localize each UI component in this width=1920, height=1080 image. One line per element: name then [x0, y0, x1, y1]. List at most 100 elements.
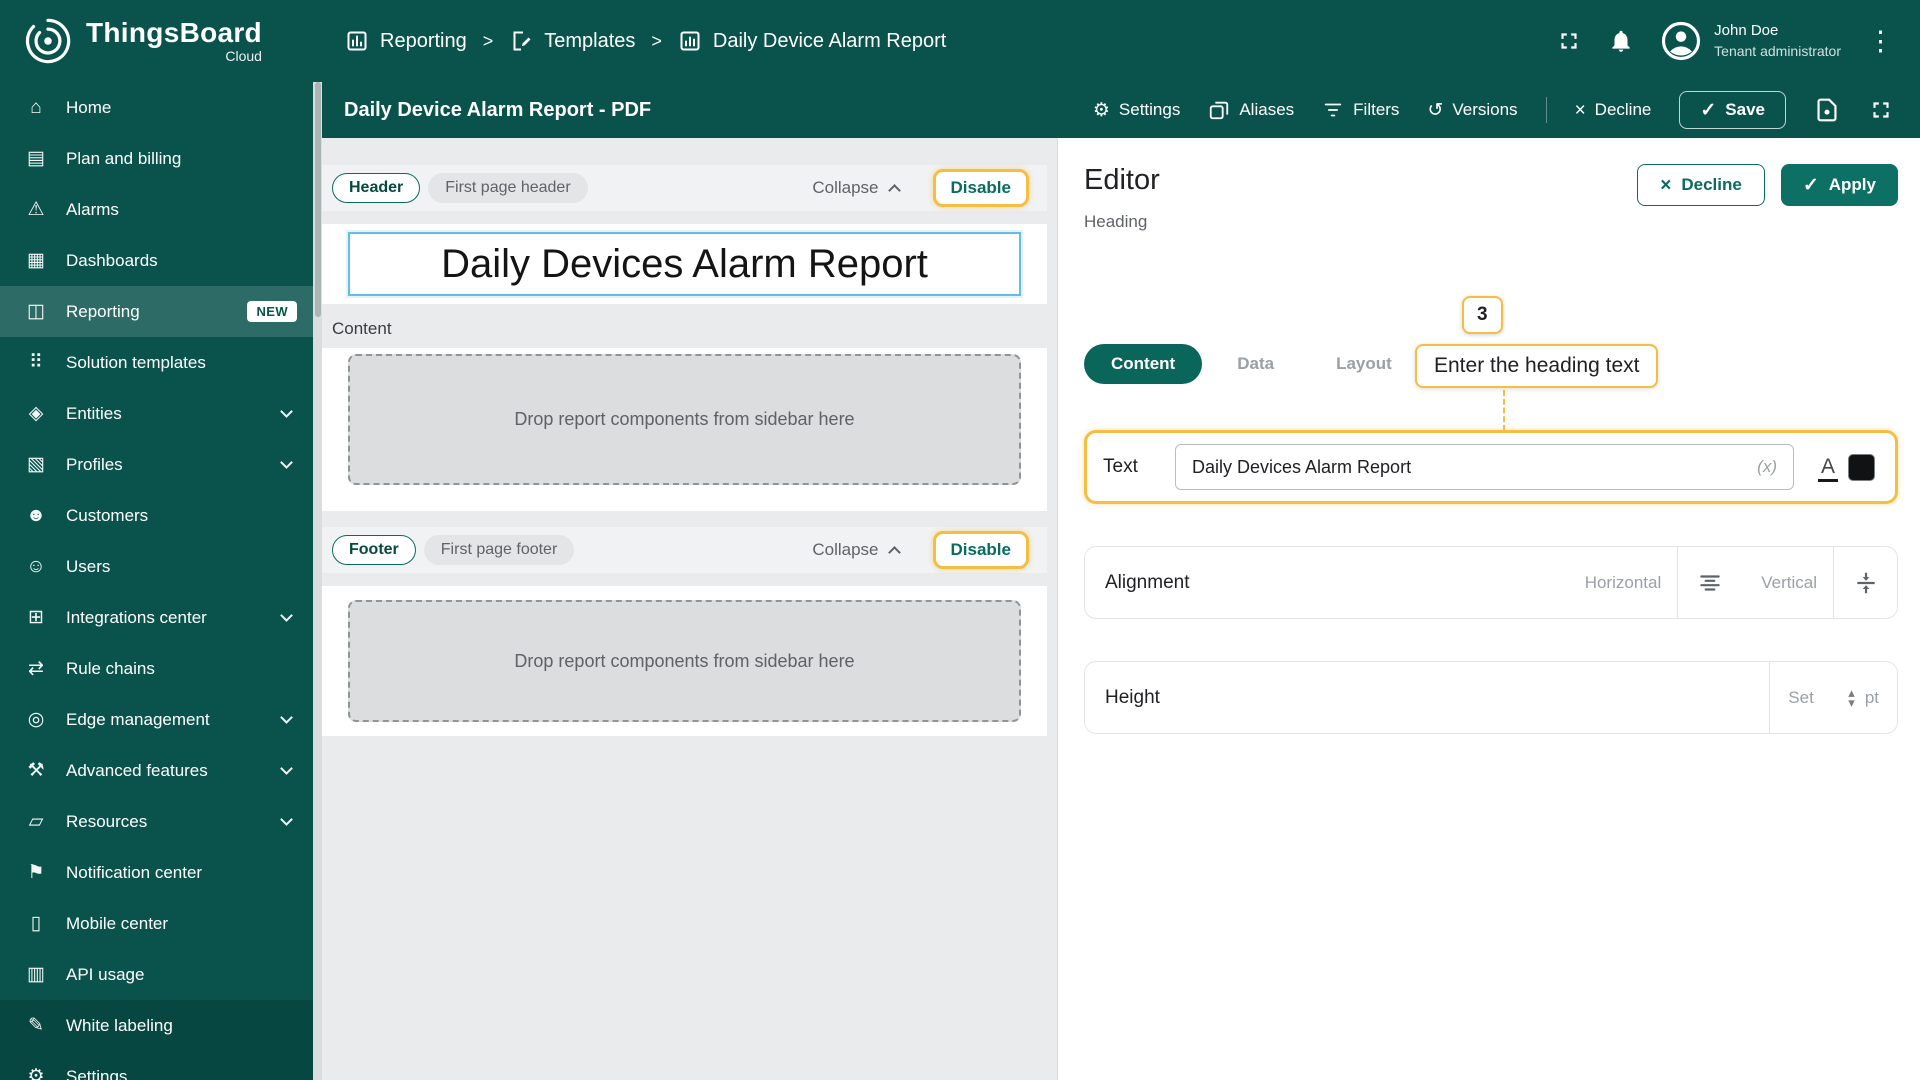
notifications-button[interactable] — [1608, 28, 1634, 54]
close-icon: × — [1574, 99, 1586, 121]
template-doc-icon — [513, 31, 531, 51]
sidebar-item-resources[interactable]: ▱ Resources — [0, 796, 313, 847]
text-field-card: Text (x) A — [1084, 430, 1898, 504]
heading-text-input-field[interactable] — [1192, 456, 1746, 478]
preview-export-button[interactable] — [1814, 97, 1840, 123]
fullscreen-button[interactable] — [1556, 28, 1582, 54]
chevron-up-icon — [887, 183, 901, 197]
editor-subtitle: Heading — [1084, 212, 1148, 231]
check-icon: ✓ — [1802, 174, 1819, 196]
breadcrumb-item-templates[interactable]: Templates — [509, 29, 635, 53]
horizontal-align-button[interactable] — [1677, 547, 1741, 618]
avatar-icon — [1662, 21, 1701, 61]
underline-a-icon: A — [1817, 455, 1838, 482]
api-usage-icon: ▥ — [27, 964, 45, 985]
sidebar-item-customers[interactable]: ☻ Customers — [0, 490, 313, 541]
font-color-button[interactable]: A — [1817, 455, 1838, 482]
disable-header-button[interactable]: Disable — [932, 169, 1029, 207]
tab-layout[interactable]: Layout — [1309, 344, 1419, 384]
decline-toolbar-button[interactable]: × Decline — [1575, 100, 1652, 120]
sidebar-item-settings[interactable]: ⚙ Settings — [0, 1051, 313, 1080]
header-section-bar: Header First page header Collapse Disabl… — [322, 165, 1047, 211]
sidebar-item-dashboards[interactable]: ▦ Dashboards — [0, 235, 313, 286]
sidebar-item-plan-and-billing[interactable]: ▤ Plan and billing — [0, 133, 313, 184]
editor-panel: Editor Heading × Decline ✓ Apply Content… — [1057, 138, 1920, 1080]
save-button[interactable]: ✓ Save — [1679, 91, 1786, 129]
sidebar-item-entities[interactable]: ◈ Entities — [0, 388, 313, 439]
brand-logo-block[interactable]: ThingsBoard Cloud — [0, 15, 313, 67]
user-menu[interactable]: John Doe Tenant administrator — [1660, 20, 1841, 62]
history-icon: ↺ — [1427, 99, 1444, 121]
sidebar-item-alarms[interactable]: ⚠ Alarms — [0, 184, 313, 235]
filters-button[interactable]: Filters — [1322, 99, 1399, 121]
scrollbar-thumb[interactable] — [314, 82, 321, 317]
bar-chart-icon — [347, 31, 367, 51]
tab-data[interactable]: Data — [1210, 344, 1301, 384]
sidebar-item-notification-center[interactable]: ⚑ Notification center — [0, 847, 313, 898]
bell-icon — [1612, 30, 1630, 52]
breadcrumb-item-reporting[interactable]: Reporting — [345, 29, 467, 53]
content-section-label: Content — [332, 319, 392, 338]
stepper-down-icon[interactable]: ▾ — [1848, 696, 1855, 709]
sidebar-scrollbar[interactable] — [313, 82, 322, 1080]
page-title: Daily Device Alarm Report - PDF — [344, 98, 652, 121]
breadcrumb-item-report[interactable]: Daily Device Alarm Report — [678, 29, 946, 53]
user-role: Tenant administrator — [1714, 42, 1841, 59]
content-preview-block: Drop report components from sidebar here — [322, 348, 1047, 511]
report-chart-icon — [680, 31, 700, 51]
apply-button[interactable]: ✓ Apply — [1780, 164, 1898, 206]
close-icon: × — [1660, 174, 1672, 196]
sidebar-item-solution-templates[interactable]: ⠿ Solution templates — [0, 337, 313, 388]
collapse-footer-button[interactable]: Collapse — [812, 540, 901, 560]
reporting-icon: ◫ — [27, 301, 45, 322]
collapse-header-button[interactable]: Collapse — [812, 178, 901, 198]
sidebar-item-users[interactable]: ☺ Users — [0, 541, 313, 592]
chevron-down-icon — [280, 761, 293, 775]
content-dropzone[interactable]: Drop report components from sidebar here — [348, 354, 1021, 485]
breadcrumb-separator: > — [482, 30, 494, 51]
solution-templates-icon: ⠿ — [29, 352, 43, 373]
filter-icon — [1324, 103, 1342, 117]
sidebar-item-white-labeling[interactable]: ✎ White labeling — [0, 1000, 313, 1051]
entities-icon: ◈ — [28, 403, 44, 424]
settings-button[interactable]: ⚙ Settings — [1093, 100, 1180, 120]
sidebar-item-reporting[interactable]: ◫ Reporting NEW — [0, 286, 313, 337]
disable-footer-button[interactable]: Disable — [932, 531, 1029, 569]
height-input[interactable] — [1788, 687, 1847, 708]
height-card: Height ▴ ▾ pt — [1084, 661, 1898, 734]
sidebar-item-mobile-center[interactable]: ▯ Mobile center — [0, 898, 313, 949]
home-icon: ⌂ — [30, 96, 42, 118]
sidebar-item-api-usage[interactable]: ▥ API usage — [0, 949, 313, 1000]
sidebar-item-profiles[interactable]: ▧ Profiles — [0, 439, 313, 490]
text-field-label: Text — [1103, 456, 1138, 477]
vertical-align-button[interactable] — [1833, 547, 1897, 618]
color-swatch-button[interactable] — [1848, 453, 1875, 481]
template-toolbar: Daily Device Alarm Report - PDF ⚙ Settin… — [322, 82, 1920, 138]
chevron-down-icon — [280, 608, 293, 622]
footer-preview-block: Drop report components from sidebar here — [322, 586, 1047, 736]
report-preview-pane: Header First page header Collapse Disabl… — [322, 138, 1057, 1080]
versions-button[interactable]: ↺ Versions — [1427, 100, 1517, 120]
sidebar-item-integrations-center[interactable]: ⊞ Integrations center — [0, 592, 313, 643]
aliases-button[interactable]: Aliases — [1208, 99, 1294, 121]
breadcrumb: Reporting > Templates > Daily Device Ala… — [345, 29, 946, 53]
alarms-icon: ⚠ — [27, 199, 45, 220]
tab-content[interactable]: Content — [1084, 344, 1203, 384]
notification-flag-icon: ⚑ — [27, 862, 45, 883]
heading-text-input[interactable]: (x) — [1175, 444, 1794, 490]
kebab-menu-button[interactable]: ⋮ — [1867, 27, 1894, 55]
settings-gear-icon: ⚙ — [27, 1066, 45, 1080]
footer-dropzone[interactable]: Drop report components from sidebar here — [348, 600, 1021, 722]
sidebar-item-advanced-features[interactable]: ⚒ Advanced features — [0, 745, 313, 796]
topbar-actions: John Doe Tenant administrator ⋮ — [1556, 20, 1920, 62]
dashboards-icon: ▦ — [27, 250, 45, 271]
expand-fullscreen-button[interactable] — [1868, 97, 1894, 123]
users-icon: ☺ — [26, 555, 46, 577]
decline-button[interactable]: × Decline — [1637, 164, 1765, 206]
aliases-icon — [1210, 101, 1229, 120]
sidebar-item-home[interactable]: ⌂ Home — [0, 82, 313, 133]
sidebar-item-rule-chains[interactable]: ⇄ Rule chains — [0, 643, 313, 694]
thingsboard-logo-icon — [25, 18, 71, 64]
heading-preview-input[interactable]: Daily Devices Alarm Report — [348, 232, 1021, 296]
sidebar-item-edge-management[interactable]: ◎ Edge management — [0, 694, 313, 745]
